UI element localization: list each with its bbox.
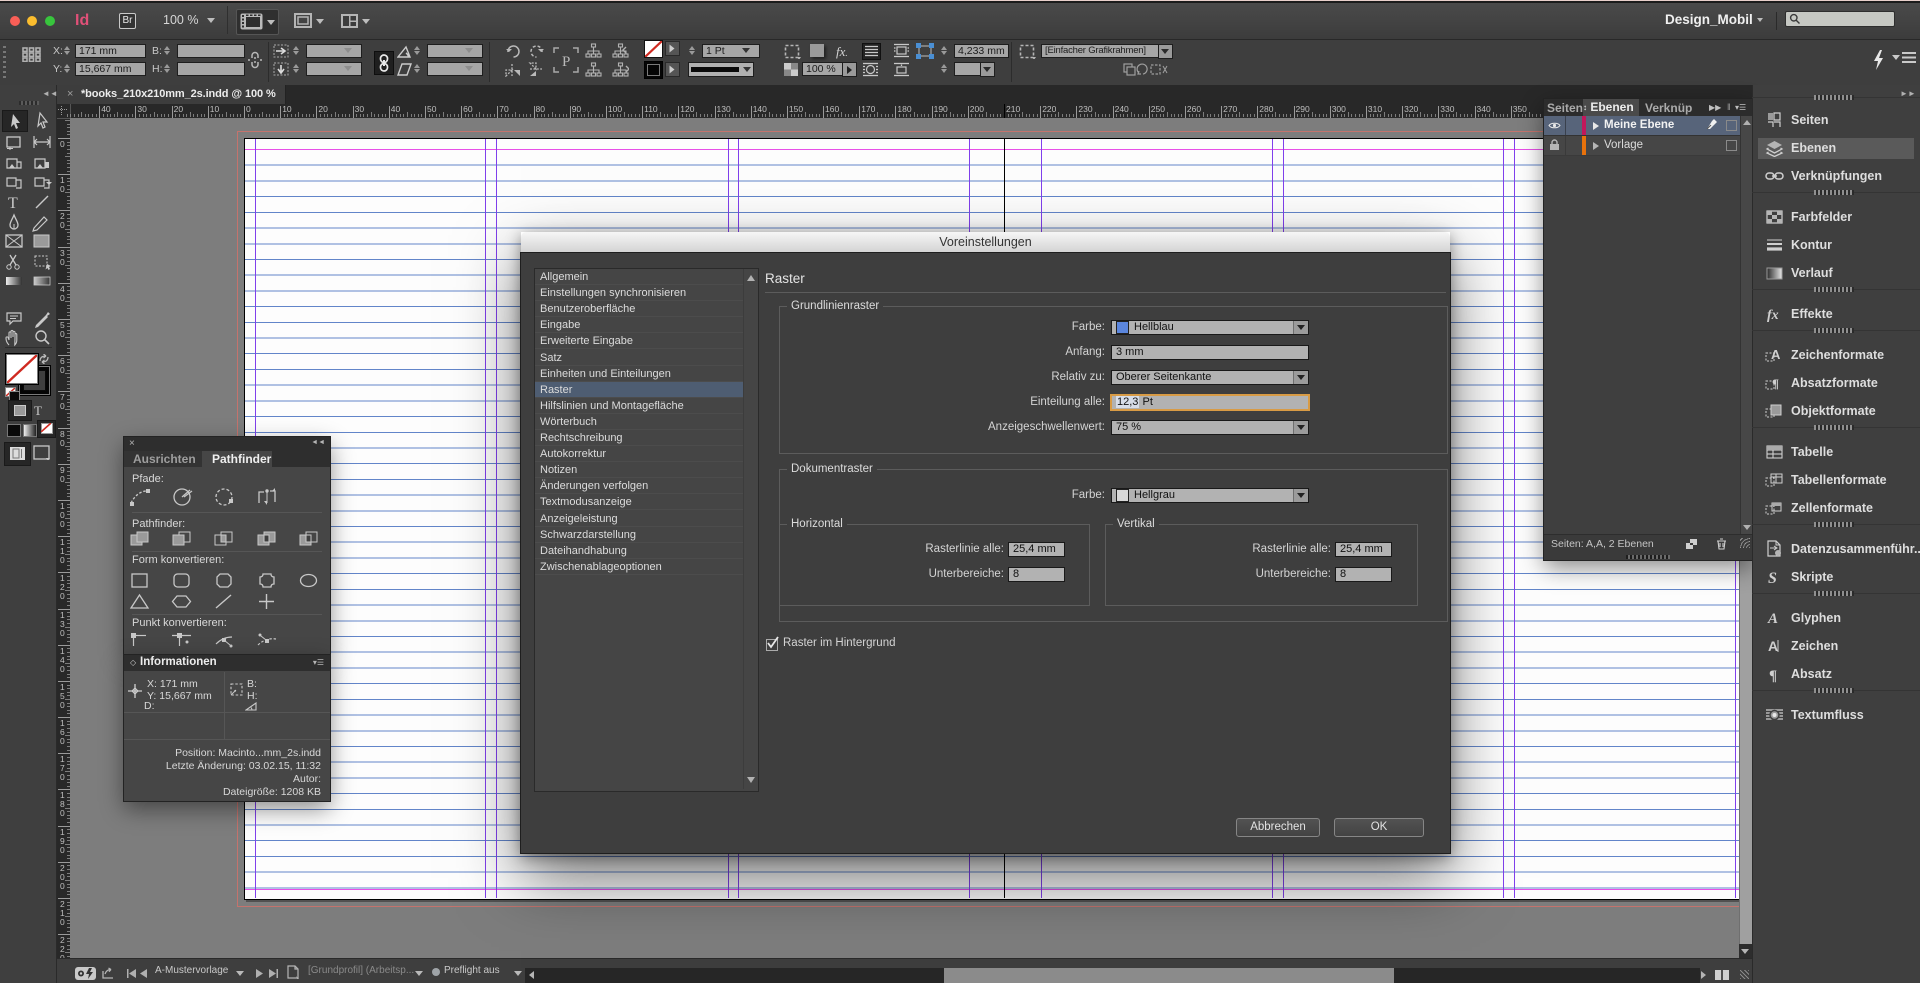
svg-text:T: T [8, 195, 18, 212]
svg-text:¶: ¶ [1772, 376, 1779, 391]
svg-text:S: S [1768, 570, 1777, 586]
svg-text:¶: ¶ [1769, 668, 1777, 683]
svg-text:fx: fx [1767, 308, 1779, 323]
svg-text:A: A [1767, 611, 1778, 627]
svg-text:A: A [1768, 638, 1778, 654]
svg-text:P: P [562, 54, 570, 70]
svg-text:A: A [1771, 347, 1781, 362]
